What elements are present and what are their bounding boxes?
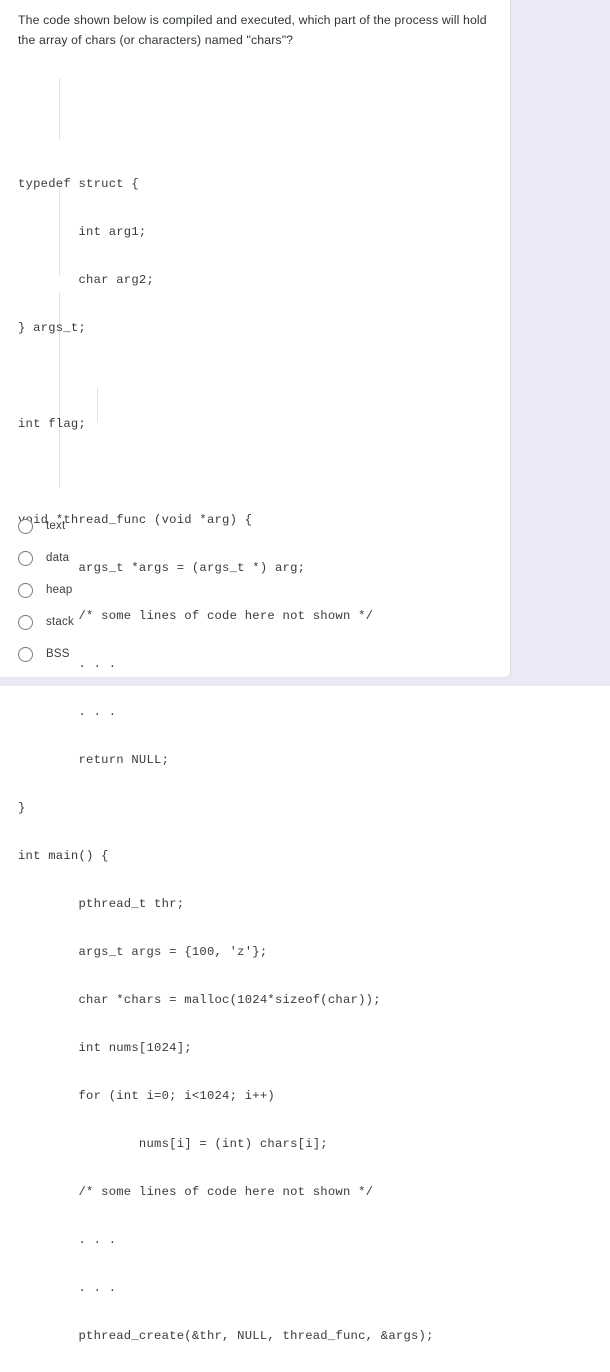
option-data[interactable]: data: [18, 542, 74, 574]
indent-guide-line: [59, 78, 60, 140]
answer-options: text data heap stack BSS: [18, 510, 74, 670]
radio-button-icon[interactable]: [18, 646, 33, 662]
code-line: /* some lines of code here not shown */: [18, 1185, 374, 1199]
code-line: . . .: [18, 1233, 117, 1247]
code-line: pthread_t thr;: [18, 897, 185, 911]
code-line: . . .: [18, 1281, 117, 1295]
code-line: char arg2;: [18, 273, 155, 287]
option-label: heap: [46, 584, 73, 596]
code-line: return NULL;: [18, 753, 170, 767]
code-snippet: typedef struct { int arg1; char arg2; } …: [18, 64, 492, 1372]
radio-button-icon[interactable]: [18, 550, 33, 566]
question-prompt: The code shown below is compiled and exe…: [18, 13, 487, 47]
code-line: int nums[1024];: [18, 1041, 192, 1055]
question-card-content: The code shown below is compiled and exe…: [0, 0, 510, 1343]
option-label: data: [46, 552, 70, 564]
code-line: /* some lines of code here not shown */: [18, 609, 374, 623]
code-line: args_t *args = (args_t *) arg;: [18, 561, 306, 575]
option-stack[interactable]: stack: [18, 606, 74, 638]
code-line: char *chars = malloc(1024*sizeof(char));: [18, 993, 381, 1007]
option-label: text: [46, 520, 66, 532]
code-line: } args_t;: [18, 321, 87, 335]
radio-button-icon[interactable]: [18, 582, 33, 598]
code-line: . . .: [18, 657, 117, 671]
option-text[interactable]: text: [18, 510, 74, 542]
code-line: typedef struct {: [18, 177, 139, 191]
code-line: int main() {: [18, 849, 109, 863]
code-line: args_t args = {100, 'z'};: [18, 945, 268, 959]
option-heap[interactable]: heap: [18, 574, 74, 606]
code-line: . . .: [18, 705, 117, 719]
code-line: int arg1;: [18, 225, 147, 239]
code-line: pthread_create(&thr, NULL, thread_func, …: [18, 1329, 434, 1343]
option-label: stack: [46, 616, 74, 628]
code-line: for (int i=0; i<1024; i++): [18, 1089, 275, 1103]
code-line: void *thread_func (void *arg) {: [18, 513, 253, 527]
option-bss[interactable]: BSS: [18, 638, 74, 670]
radio-button-icon[interactable]: [18, 614, 33, 630]
question-card: The code shown below is compiled and exe…: [0, 0, 511, 1343]
option-label: BSS: [46, 648, 70, 660]
code-line: nums[i] = (int) chars[i];: [18, 1137, 328, 1151]
radio-button-icon[interactable]: [18, 518, 33, 534]
code-line: }: [18, 801, 26, 815]
code-line: int flag;: [18, 417, 87, 431]
